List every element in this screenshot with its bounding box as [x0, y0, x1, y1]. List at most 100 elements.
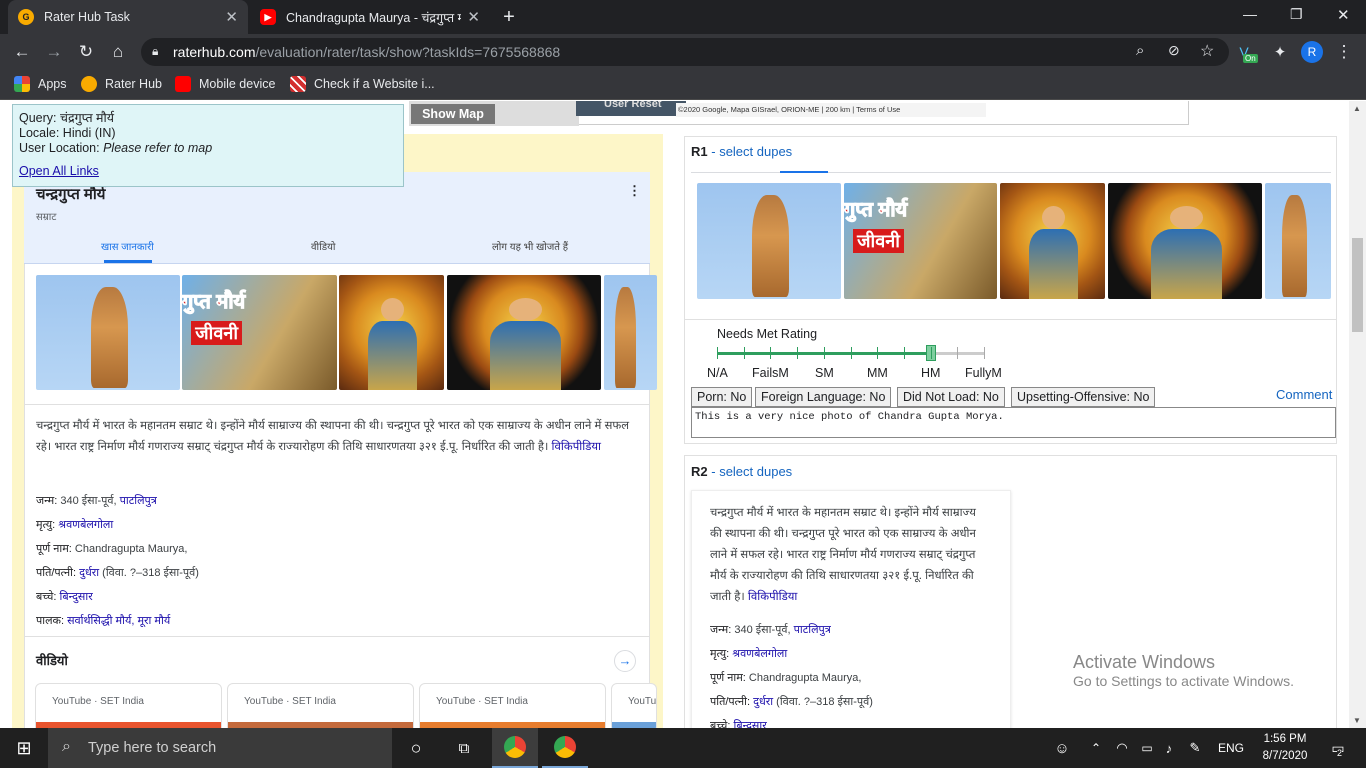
- scroll-down-icon[interactable]: ▼: [1353, 716, 1361, 725]
- show-map-button[interactable]: Show Map: [411, 104, 495, 124]
- poster-image[interactable]: गुप्त मौर्य जीवनी: [182, 275, 337, 390]
- comment-link[interactable]: Comment: [1276, 387, 1332, 402]
- flag-upsetting-offensive[interactable]: Upsetting-Offensive: No: [1011, 387, 1156, 407]
- volume-icon[interactable]: ♪: [1158, 728, 1180, 768]
- taskbar-search[interactable]: ⌕ Type here to search: [48, 728, 392, 768]
- statue-image[interactable]: [1265, 183, 1331, 299]
- fact-link[interactable]: दुर्धरा: [79, 567, 99, 579]
- r2-header: R2 - select dupes: [691, 464, 793, 479]
- open-all-links[interactable]: Open All Links: [19, 164, 397, 179]
- minimize-icon[interactable]: —: [1243, 6, 1257, 22]
- home-icon[interactable]: ⌂: [106, 40, 130, 64]
- needs-met-tick: [743, 347, 745, 359]
- profile-avatar[interactable]: R: [1300, 40, 1324, 64]
- tray-chevron-icon[interactable]: ⌃: [1086, 728, 1106, 768]
- close-tab-icon[interactable]: ✕: [225, 8, 238, 26]
- comment-textarea[interactable]: This is a very nice photo of Chandra Gup…: [691, 407, 1336, 438]
- close-tab-icon[interactable]: ✕: [467, 8, 480, 26]
- back-icon[interactable]: ←: [10, 40, 34, 64]
- fact-link[interactable]: पाटलिपुत्र: [794, 624, 831, 636]
- fact-link[interactable]: श्रवणबेलगोला: [732, 648, 787, 660]
- menu-kebab-icon[interactable]: ⋮: [1332, 40, 1356, 64]
- fact-link[interactable]: श्रवणबेलगोला: [58, 519, 113, 531]
- painting-image[interactable]: [1000, 183, 1105, 299]
- poster-image[interactable]: गुप्त मौर्य जीवनी: [844, 183, 997, 299]
- select-dupes-link[interactable]: - select dupes: [711, 144, 792, 159]
- map-controls: User Reset: [576, 101, 686, 116]
- flag-foreign-language[interactable]: Foreign Language: No: [755, 387, 892, 407]
- video-card[interactable]: YouTu: [611, 683, 657, 733]
- bookmark-apps[interactable]: Apps: [14, 76, 67, 92]
- people-icon[interactable]: ☺: [1050, 728, 1074, 768]
- wikipedia-link[interactable]: विकिपीडिया: [552, 441, 601, 453]
- video-card[interactable]: YouTube · SET India: [35, 683, 222, 733]
- new-tab-icon[interactable]: +: [497, 5, 521, 29]
- chrome-taskbar-icon[interactable]: [492, 728, 538, 768]
- needs-met-tick: [984, 347, 985, 359]
- flag-did-not-load[interactable]: Did Not Load: No: [897, 387, 1005, 407]
- notification-count: 2: [1337, 748, 1343, 758]
- scroll-up-icon[interactable]: ▲: [1353, 104, 1361, 113]
- painting-image[interactable]: [339, 275, 444, 390]
- windows-taskbar: ⊞ ⌕ Type here to search ○ ⧉ ☺ ⌃ ◠ ▭ ♪ ✎ …: [0, 728, 1366, 768]
- window-close-icon[interactable]: ✕: [1337, 6, 1350, 24]
- bookmark-rater-hub[interactable]: Rater Hub: [81, 76, 162, 92]
- task-view-icon[interactable]: ⧉: [446, 728, 482, 768]
- tab-chandragupta[interactable]: ▶ Chandragupta Maurya - चंद्रगुप्त म ✕: [250, 0, 490, 34]
- divider: [24, 263, 650, 264]
- fact-link[interactable]: पाटलिपुत्र: [120, 495, 157, 507]
- flag-porn[interactable]: Porn: No: [691, 387, 753, 407]
- bookmark-mobile-device[interactable]: Mobile device: [175, 76, 275, 92]
- fact-link[interactable]: सर्वार्थसिद्धी मौर्य, मूरा मौर्य: [67, 615, 170, 627]
- pen-icon[interactable]: ✎: [1184, 728, 1206, 768]
- wikipedia-link[interactable]: विकिपीडिया: [748, 591, 797, 603]
- eye-off-icon[interactable]: ⊘: [1168, 42, 1180, 59]
- restore-icon[interactable]: ❐: [1290, 6, 1303, 23]
- address-bar[interactable]: 🔒︎ raterhub.com/evaluation/rater/task/sh…: [141, 38, 1229, 66]
- zoom-icon[interactable]: ⌕: [1136, 42, 1144, 59]
- fact-link[interactable]: बिन्दुसार: [60, 591, 93, 603]
- clock[interactable]: 1:56 PM 8/7/2020: [1252, 728, 1318, 768]
- kp-title: चन्द्रगुप्त मौर्य: [36, 186, 106, 203]
- select-dupes-link[interactable]: - select dupes: [711, 464, 792, 479]
- scale-label-fullym: FullyM: [965, 366, 1002, 380]
- kp-more-icon[interactable]: ⋮: [628, 183, 641, 199]
- tab-rater-hub[interactable]: G Rater Hub Task ✕: [8, 0, 248, 34]
- reload-icon[interactable]: ↻: [74, 40, 98, 64]
- forward-icon[interactable]: →: [42, 40, 66, 64]
- kp-tab-overview[interactable]: खास जानकारी: [101, 239, 154, 253]
- fact-link[interactable]: दुर्धरा: [753, 696, 773, 708]
- reset-button[interactable]: Reset: [632, 101, 662, 110]
- scrollbar-thumb[interactable]: [1352, 238, 1363, 332]
- statue-image[interactable]: [36, 275, 180, 390]
- fact-full-name: पूर्ण नाम: Chandragupta Maurya,: [710, 672, 862, 684]
- fact-spouse: पति/पत्नी: दुर्धरा (विवा. ?–318 ईसा-पूर्…: [710, 696, 873, 708]
- kp-tab-videos[interactable]: वीडियो: [311, 239, 335, 253]
- battery-icon[interactable]: ▭: [1136, 728, 1158, 768]
- extensions-puzzle-icon[interactable]: ✦: [1268, 40, 1292, 64]
- bookmark-star-icon[interactable]: ☆: [1200, 41, 1214, 61]
- video-card[interactable]: YouTube · SET India: [227, 683, 414, 733]
- wifi-icon[interactable]: ◠: [1112, 728, 1132, 768]
- bookmark-check-website[interactable]: Check if a Website i...: [290, 76, 435, 92]
- fact-spouse: पति/पत्नी: दुर्धरा (विवा. ?–318 ईसा-पूर्…: [36, 567, 199, 579]
- query-info-box: Query: चंद्रगुप्त मौर्य Locale: Hindi (I…: [12, 104, 404, 187]
- video-card[interactable]: YouTube · SET India: [419, 683, 606, 733]
- painting-image[interactable]: [1108, 183, 1262, 299]
- apps-grid-icon: [14, 76, 30, 92]
- tab-strip: G Rater Hub Task ✕ ▶ Chandragupta Maurya…: [0, 0, 1366, 34]
- painting-image[interactable]: [447, 275, 601, 390]
- bookmarks-bar: Apps Rater Hub Mobile device Check if a …: [0, 70, 1366, 100]
- kp-tab-people-also-search[interactable]: लोग यह भी खोजते हैं: [492, 239, 568, 253]
- youtube-favicon-icon: ▶: [260, 9, 276, 25]
- page-scrollbar[interactable]: ▲ ▼: [1349, 101, 1366, 728]
- cortana-icon[interactable]: ○: [398, 728, 434, 768]
- statue-image[interactable]: [697, 183, 841, 299]
- windows-start-icon[interactable]: ⊞: [0, 728, 48, 768]
- statue-image[interactable]: [604, 275, 657, 390]
- needs-met-tick: [903, 347, 905, 359]
- language-indicator[interactable]: ENG: [1214, 728, 1248, 768]
- chrome-taskbar-icon[interactable]: [542, 728, 588, 768]
- videos-arrow-icon[interactable]: →: [614, 650, 636, 672]
- user-button[interactable]: User: [604, 101, 628, 110]
